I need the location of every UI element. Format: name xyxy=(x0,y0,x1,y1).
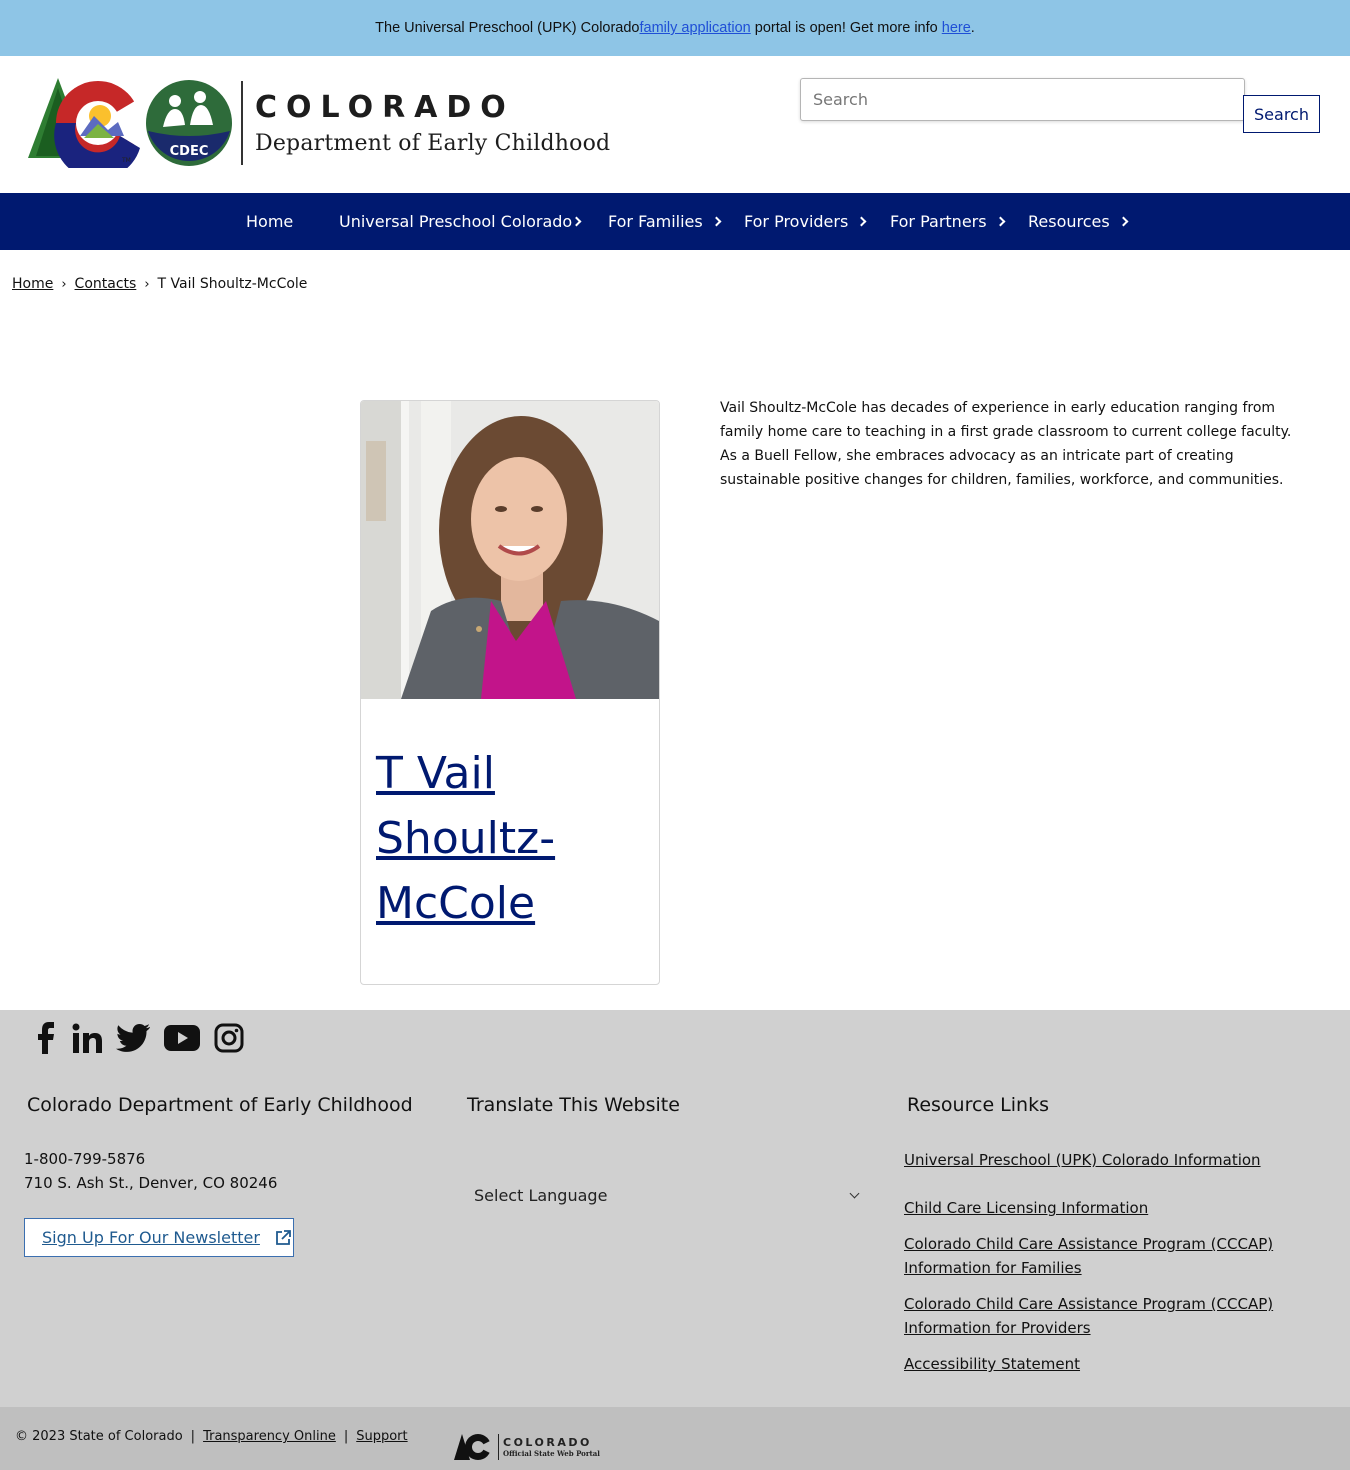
facebook-icon[interactable] xyxy=(34,1022,58,1054)
nav-item-label: Resources xyxy=(1028,212,1110,231)
resource-link-accessibility[interactable]: Accessibility Statement xyxy=(904,1352,1284,1376)
resource-link-upk[interactable]: Universal Preschool (UPK) Colorado Infor… xyxy=(904,1148,1284,1172)
colorado-c-logo: TM xyxy=(28,78,140,168)
linkedin-icon[interactable] xyxy=(72,1023,102,1053)
profile-bio: Vail Shoultz-McCole has decades of exper… xyxy=(720,400,1292,488)
resource-link-cccap-providers[interactable]: Colorado Child Care Assistance Program (… xyxy=(904,1292,1284,1340)
breadcrumb-separator: › xyxy=(144,276,150,292)
chevron-right-icon xyxy=(571,216,582,227)
transparency-link[interactable]: Transparency Online xyxy=(203,1429,336,1444)
language-select-value: Select Language xyxy=(474,1185,608,1205)
resource-link-licensing[interactable]: Child Care Licensing Information xyxy=(904,1196,1284,1220)
site-logo[interactable]: TM CDEC COLORADO Department of Early Chi… xyxy=(28,78,610,168)
bottom-bar: © 2023 State of Colorado | Transparency … xyxy=(0,1407,1350,1470)
cdec-logo: CDEC xyxy=(146,80,232,166)
more-info-link[interactable]: here xyxy=(942,20,971,36)
footer-phone: 1-800-799-5876 xyxy=(24,1150,146,1168)
breadcrumb: Home › Contacts › T Vail Shoultz-McCole xyxy=(12,276,307,292)
chevron-right-icon xyxy=(995,216,1006,227)
nav-item-label: Home xyxy=(246,212,294,231)
main-nav: Home Universal Preschool Colorado For Fa… xyxy=(0,193,1350,250)
external-link-icon xyxy=(274,1229,292,1247)
support-link[interactable]: Support xyxy=(356,1429,407,1444)
nav-item-home[interactable]: Home xyxy=(246,193,293,250)
cdec-badge-text: CDEC xyxy=(170,144,209,159)
footer-resources-title: Resource Links xyxy=(907,1094,1049,1116)
breadcrumb-home-link[interactable]: Home xyxy=(12,276,53,292)
instagram-icon[interactable] xyxy=(214,1023,244,1053)
footer-address: 710 S. Ash St., Denver, CO 80246 xyxy=(24,1174,278,1192)
twitter-icon[interactable] xyxy=(116,1024,150,1052)
language-select[interactable]: Select Language xyxy=(466,1176,866,1214)
search-button[interactable]: Search xyxy=(1243,95,1320,133)
nav-item-label: For Providers xyxy=(744,212,849,231)
logo-subtitle: Department of Early Childhood xyxy=(255,131,611,156)
state-logo-subtitle: Official State Web Portal xyxy=(503,1449,600,1458)
chevron-right-icon xyxy=(711,216,722,227)
pipe-separator: | xyxy=(343,1429,349,1444)
state-logo-title: COLORADO xyxy=(503,1436,592,1449)
alert-text-middle: portal is open! Get more info xyxy=(750,20,942,36)
svg-text:TM: TM xyxy=(121,157,131,164)
resource-link-cccap-families[interactable]: Colorado Child Care Assistance Program (… xyxy=(904,1232,1284,1280)
logo-title: COLORADO xyxy=(255,90,515,125)
alert-text-suffix: . xyxy=(970,20,975,36)
state-logo-text: COLORADO Official State Web Portal xyxy=(503,1436,600,1458)
chevron-down-icon xyxy=(849,1188,860,1199)
youtube-icon[interactable] xyxy=(164,1025,200,1051)
breadcrumb-current: T Vail Shoultz-McCole xyxy=(157,276,308,292)
site-header: TM CDEC COLORADO Department of Early Chi… xyxy=(0,56,1350,193)
nav-item-label: For Families xyxy=(608,212,703,231)
logo-divider xyxy=(498,1434,499,1460)
breadcrumb-separator: › xyxy=(61,276,67,292)
alert-banner: The Universal Preschool (UPK) Colorado f… xyxy=(0,0,1350,56)
social-links xyxy=(34,1022,258,1054)
pipe-separator: | xyxy=(190,1429,196,1444)
chevron-right-icon xyxy=(1118,216,1129,227)
footer-org-title: Colorado Department of Early Childhood xyxy=(27,1094,413,1116)
chevron-right-icon xyxy=(856,216,867,227)
state-portal-logo[interactable]: COLORADO Official State Web Portal xyxy=(454,1432,600,1462)
newsletter-button[interactable]: Sign Up For Our Newsletter xyxy=(24,1218,294,1257)
profile-photo xyxy=(361,401,659,699)
site-footer: Colorado Department of Early Childhood 1… xyxy=(0,1010,1350,1407)
nav-item-for-partners[interactable]: For Partners xyxy=(890,193,1006,250)
logo-text: COLORADO Department of Early Childhood xyxy=(255,90,610,156)
legal-links: © 2023 State of Colorado | Transparency … xyxy=(15,1429,408,1444)
newsletter-label: Sign Up For Our Newsletter xyxy=(42,1228,260,1247)
profile-name-link[interactable]: T Vail Shoultz-McCole xyxy=(376,741,646,936)
colorado-c-small-icon xyxy=(454,1434,492,1460)
nav-item-label: For Partners xyxy=(890,212,987,231)
family-application-link[interactable]: family application xyxy=(640,20,751,36)
copyright-text: © 2023 State of Colorado xyxy=(15,1429,183,1444)
nav-item-resources[interactable]: Resources xyxy=(1028,193,1129,250)
search-input[interactable] xyxy=(800,78,1245,121)
breadcrumb-contacts-link[interactable]: Contacts xyxy=(75,276,137,292)
nav-item-universal-preschool[interactable]: Universal Preschool Colorado xyxy=(339,193,582,250)
alert-text-prefix: The Universal Preschool (UPK) Colorado xyxy=(375,20,640,36)
nav-item-for-providers[interactable]: For Providers xyxy=(744,193,867,250)
profile-card: T Vail Shoultz-McCole xyxy=(360,400,660,985)
logo-divider xyxy=(241,81,243,165)
nav-item-label: Universal Preschool Colorado xyxy=(339,212,573,231)
footer-translate-title: Translate This Website xyxy=(467,1094,680,1116)
nav-item-for-families[interactable]: For Families xyxy=(608,193,722,250)
